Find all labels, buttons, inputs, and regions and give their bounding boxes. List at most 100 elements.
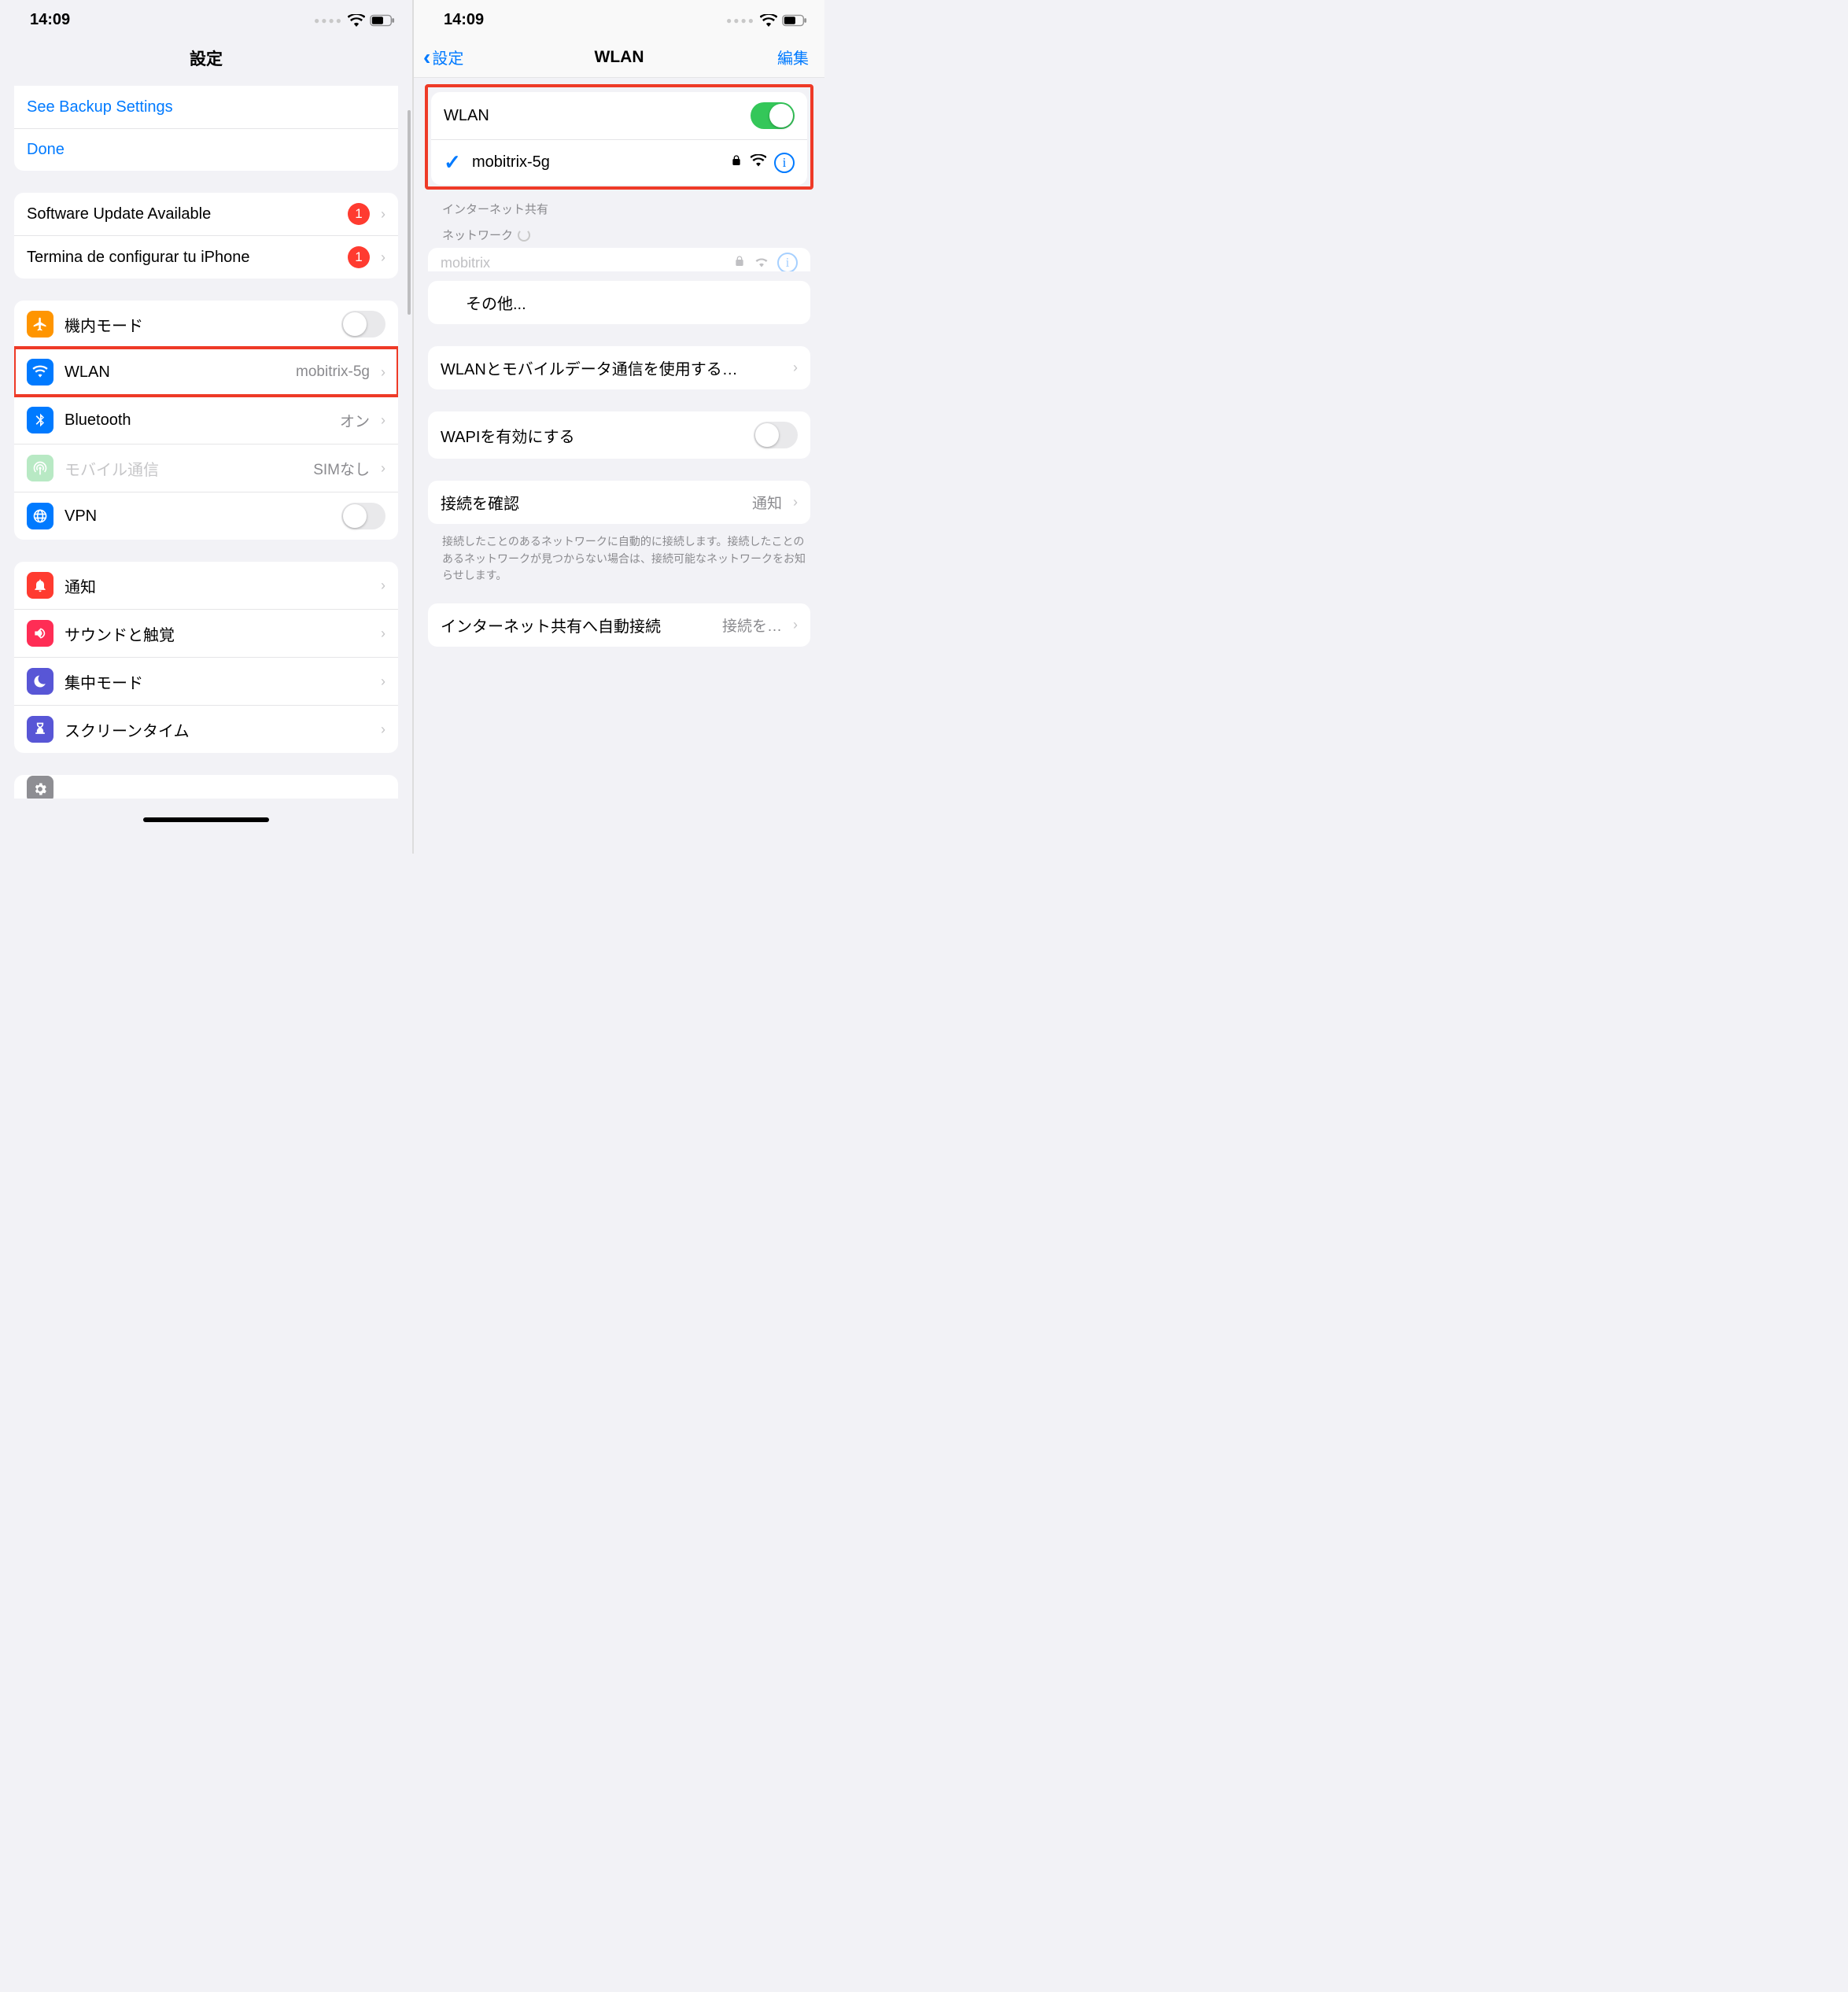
connectivity-group: 機内モード WLAN mobitrix-5g › Bluetooth オン › … [14,301,398,540]
info-icon[interactable]: i [777,253,798,271]
row-label: その他... [466,291,798,314]
row-value: オン [340,410,370,431]
other-network-row[interactable]: その他... [428,281,810,324]
wifi-signal-icon [751,153,766,172]
row-value: mobitrix-5g [296,363,370,381]
row-label: WAPIを有効にする [441,424,754,447]
speaker-icon [27,620,53,647]
battery-icon [782,14,807,27]
sounds-row[interactable]: サウンドと触覚 › [14,609,398,657]
wifi-icon [348,14,365,27]
chevron-right-icon: › [793,494,798,511]
network-list-peek: mobitrix i [428,248,810,271]
status-bar: 14:09 ●●●● [0,0,412,37]
general-row[interactable] [14,775,398,799]
network-name: mobitrix-5g [472,153,730,172]
chevron-left-icon: ‹ [423,46,430,68]
dots-icon: ●●●● [726,15,755,26]
back-label: 設定 [432,46,463,68]
wlan-highlight-box: WLAN ✓ mobitrix-5g i [425,84,813,190]
airplane-icon [27,311,53,338]
apps-using-data-row[interactable]: WLANとモバイルデータ通信を使用する… › [428,346,810,389]
badge-count: 1 [348,203,370,225]
vpn-row[interactable]: VPN [14,492,398,540]
airplane-mode-row[interactable]: 機内モード [14,301,398,348]
system-group: 通知 › サウンドと触覚 › 集中モード › スクリーンタイム › [14,562,398,753]
wapi-toggle[interactable] [754,422,798,448]
page-title: 設定 [190,46,223,70]
chevron-right-icon: › [793,617,798,633]
row-label: 集中モード [65,670,378,693]
battery-icon [370,14,395,27]
header-label: ネットワーク [442,227,513,243]
done-link[interactable]: Done [14,128,398,171]
link-label: See Backup Settings [27,98,173,116]
badge-count: 1 [348,246,370,268]
bell-icon [27,572,53,599]
page-title: WLAN [595,48,644,67]
focus-row[interactable]: 集中モード › [14,657,398,705]
row-label: WLAN [65,363,296,382]
chevron-right-icon: › [381,206,385,223]
screentime-row[interactable]: スクリーンタイム › [14,705,398,753]
chevron-right-icon: › [381,412,385,429]
software-update-row[interactable]: Software Update Available 1 › [14,193,398,235]
chevron-right-icon: › [381,577,385,594]
moon-icon [27,668,53,695]
chevron-right-icon: › [381,364,385,381]
antenna-icon [27,455,53,481]
network-name-partial: mobitrix [441,255,490,271]
notifications-row[interactable]: 通知 › [14,562,398,609]
hourglass-icon [27,716,53,743]
home-indicator[interactable] [143,817,269,822]
settings-screen: 14:09 ●●●● 設定 See Backup Settings Done S… [0,0,412,854]
link-label: Done [27,141,65,159]
row-label: Bluetooth [65,411,340,430]
wlan-row[interactable]: WLAN mobitrix-5g › [14,348,398,396]
auto-hotspot-group: インターネット共有へ自動接続 接続を… › [428,603,810,647]
wapi-group: WAPIを有効にする [428,411,810,459]
row-label: Termina de configurar tu iPhone [27,249,348,267]
row-label: スクリーンタイム [65,718,378,741]
see-backup-settings-link[interactable]: See Backup Settings [14,86,398,128]
back-button[interactable]: ‹ 設定 [423,46,463,68]
wapi-row[interactable]: WAPIを有効にする [428,411,810,459]
ask-join-footer: 接続したことのあるネットワークに自動的に接続します。接続したことのあるネットワー… [414,527,824,588]
wifi-signal-icon [754,255,769,271]
connected-network-row[interactable]: ✓ mobitrix-5g i [431,139,807,185]
row-label: モバイル通信 [65,457,313,480]
chevron-right-icon: › [381,673,385,690]
scrollbar[interactable] [408,110,411,315]
auto-hotspot-row[interactable]: インターネット共有へ自動接続 接続を… › [428,603,810,647]
chevron-right-icon: › [381,460,385,477]
hotspot-section-header: インターネット共有 [414,196,824,222]
spinner-icon [518,229,530,242]
vpn-toggle[interactable] [341,503,385,529]
wlan-toggle-row[interactable]: WLAN [431,92,807,139]
ask-join-group: 接続を確認 通知 › [428,481,810,524]
row-label: 通知 [65,574,378,597]
info-icon[interactable]: i [774,153,795,173]
row-value: 接続を… [722,614,782,636]
chevron-right-icon: › [381,249,385,266]
lock-icon [730,153,743,172]
wlan-toggle[interactable] [751,102,795,129]
row-label: インターネット共有へ自動接続 [441,614,722,636]
networks-section-header: ネットワーク [414,222,824,248]
edit-button[interactable]: 編集 [777,46,809,68]
airplane-toggle[interactable] [341,311,385,338]
ask-to-join-row[interactable]: 接続を確認 通知 › [428,481,810,524]
cellular-row[interactable]: モバイル通信 SIMなし › [14,444,398,492]
status-time: 14:09 [30,11,70,29]
chevron-right-icon: › [793,360,798,376]
gear-icon [27,776,53,799]
chevron-right-icon: › [381,625,385,642]
bluetooth-icon [27,407,53,433]
bluetooth-row[interactable]: Bluetooth オン › [14,396,398,444]
wifi-icon [27,359,53,385]
lock-icon [733,254,746,272]
row-value: 通知 [752,492,782,513]
dots-icon: ●●●● [314,15,343,26]
finish-setup-row[interactable]: Termina de configurar tu iPhone 1 › [14,235,398,279]
row-label: VPN [65,507,341,526]
